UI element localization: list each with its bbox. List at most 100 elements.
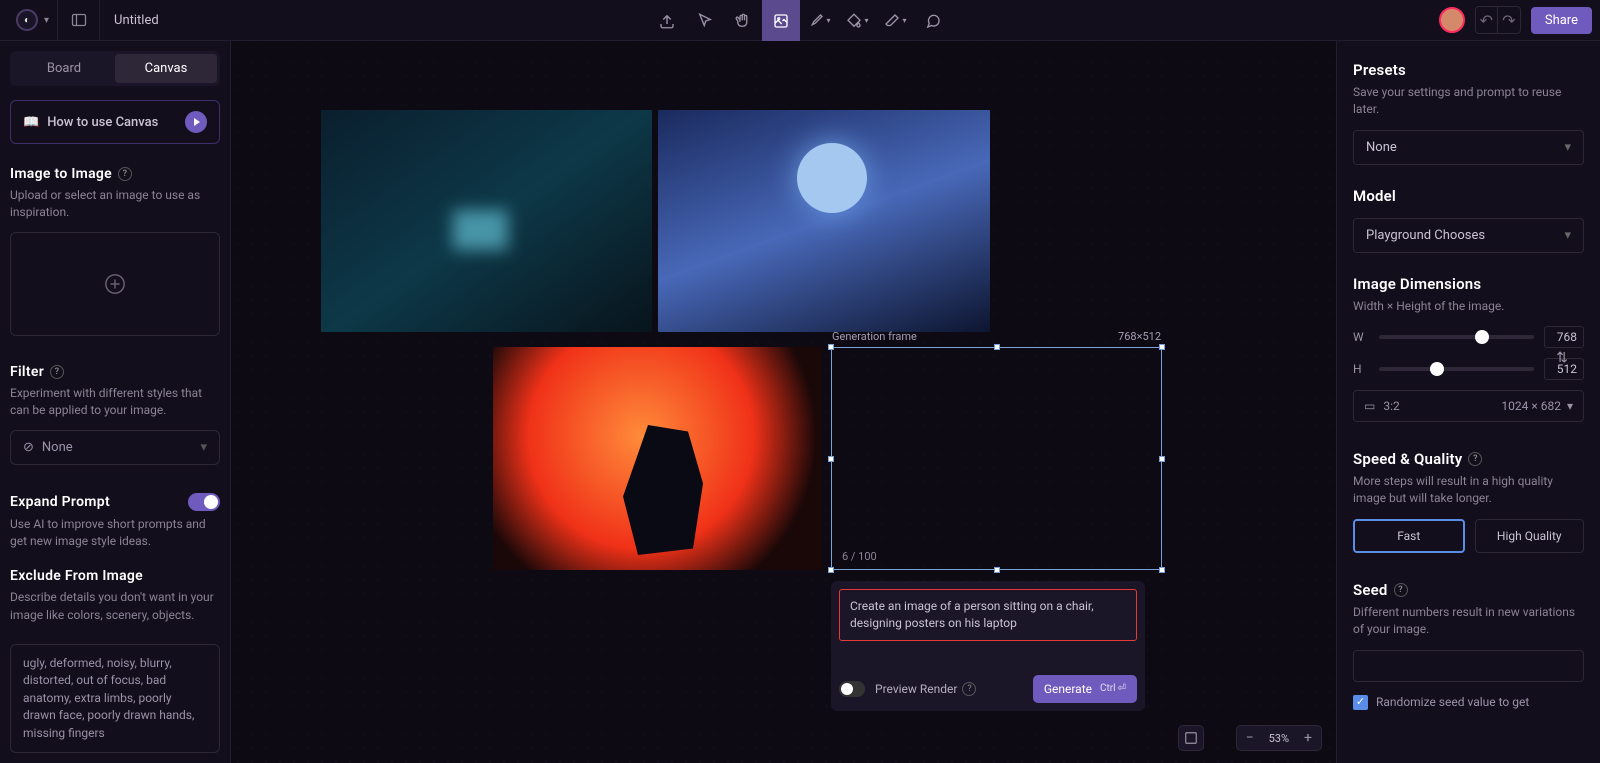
seed-input[interactable] xyxy=(1353,650,1584,682)
how-to-use-canvas[interactable]: 📖 How to use Canvas xyxy=(10,100,220,144)
howto-label: How to use Canvas xyxy=(47,115,158,130)
width-value[interactable]: 768 xyxy=(1544,326,1584,348)
undo-button[interactable]: ↶ xyxy=(1476,7,1498,33)
width-label: W xyxy=(1353,330,1369,344)
img2img-desc: Upload or select an image to use as insp… xyxy=(10,187,220,222)
generate-button[interactable]: Generate Ctrl ⏎ xyxy=(1033,675,1137,703)
chevron-down-icon: ▾ xyxy=(1564,140,1571,155)
help-icon[interactable]: ? xyxy=(1468,452,1482,466)
chevron-down-icon: ▾ xyxy=(1567,399,1573,413)
randomize-seed-checkbox[interactable]: ✓ xyxy=(1353,695,1368,710)
swap-dimensions-icon[interactable]: ⇅ xyxy=(1556,350,1568,366)
resize-handle[interactable] xyxy=(994,344,1000,350)
zoom-value[interactable]: 53% xyxy=(1263,732,1295,745)
comment-tool[interactable] xyxy=(914,0,952,41)
tab-canvas[interactable]: Canvas xyxy=(115,54,217,83)
generate-frame-tool[interactable] xyxy=(762,0,800,41)
quality-title: Speed & Quality? xyxy=(1353,450,1584,468)
pointer-tool[interactable] xyxy=(686,0,724,41)
expand-prompt-desc: Use AI to improve short prompts and get … xyxy=(10,516,220,551)
prompt-input[interactable]: Create an image of a person sitting on a… xyxy=(839,589,1137,641)
filter-desc: Experiment with different styles that ca… xyxy=(10,385,220,420)
canvas-area[interactable]: Generation frame 768×512 6 / 100 Create … xyxy=(231,41,1336,763)
height-label: H xyxy=(1353,362,1369,376)
export-button[interactable] xyxy=(648,0,686,41)
logo-icon: ◐ xyxy=(16,9,38,31)
chevron-down-icon: ▾ xyxy=(44,15,49,26)
hand-tool[interactable] xyxy=(724,0,762,41)
eraser-tool[interactable]: ▾ xyxy=(876,0,914,41)
filter-title: Filter? xyxy=(10,364,220,380)
resize-handle[interactable] xyxy=(1159,456,1165,462)
presets-title: Presets xyxy=(1353,61,1584,79)
width-slider[interactable] xyxy=(1379,335,1534,339)
exclude-desc: Describe details you don't want in your … xyxy=(10,589,220,624)
help-icon[interactable]: ? xyxy=(1394,583,1408,597)
expand-prompt-title: Expand Prompt xyxy=(10,494,110,510)
generation-frame-label: Generation frame xyxy=(832,330,917,343)
dimensions-desc: Width × Height of the image. xyxy=(1353,298,1584,315)
dimensions-title: Image Dimensions xyxy=(1353,275,1584,293)
aspect-value: 3:2 xyxy=(1383,399,1399,413)
image-upload-box[interactable] xyxy=(10,232,220,336)
model-value: Playground Chooses xyxy=(1366,228,1485,243)
generated-image[interactable] xyxy=(493,347,822,570)
redo-button[interactable]: ↷ xyxy=(1498,7,1520,33)
resize-handle[interactable] xyxy=(828,344,834,350)
help-icon[interactable]: ? xyxy=(118,167,132,181)
help-icon[interactable]: ? xyxy=(962,682,976,696)
height-slider[interactable] xyxy=(1379,367,1534,371)
preview-render-label: Preview Render xyxy=(875,682,957,696)
resize-handle[interactable] xyxy=(828,567,834,573)
resize-handle[interactable] xyxy=(1159,344,1165,350)
brush-tool[interactable]: ▾ xyxy=(800,0,838,41)
generation-frame[interactable]: Generation frame 768×512 6 / 100 xyxy=(831,347,1162,570)
model-select[interactable]: Playground Chooses ▾ xyxy=(1353,218,1584,253)
generation-count: 6 / 100 xyxy=(842,550,877,563)
chevron-down-icon: ▾ xyxy=(1564,228,1571,243)
speed-highquality-button[interactable]: High Quality xyxy=(1475,519,1585,553)
no-filter-icon: ⊘ xyxy=(23,440,34,455)
speed-fast-button[interactable]: Fast xyxy=(1353,519,1465,553)
presets-select[interactable]: None ▾ xyxy=(1353,130,1584,165)
tab-board[interactable]: Board xyxy=(13,54,115,83)
fill-tool[interactable]: ▾ xyxy=(838,0,876,41)
expand-prompt-toggle[interactable] xyxy=(188,493,220,511)
quality-desc: More steps will result in a high quality… xyxy=(1353,473,1584,507)
aspect-icon: ▭ xyxy=(1364,399,1375,413)
keyboard-hint: Ctrl ⏎ xyxy=(1100,683,1126,694)
zoom-in-button[interactable]: + xyxy=(1295,726,1321,750)
zoom-fit-button[interactable] xyxy=(1178,725,1204,751)
filter-select[interactable]: ⊘ None ▾ xyxy=(10,430,220,465)
filter-value: None xyxy=(42,440,73,455)
generation-frame-size: 768×512 xyxy=(1118,330,1161,343)
zoom-out-button[interactable]: − xyxy=(1237,726,1263,750)
resize-handle[interactable] xyxy=(994,567,1000,573)
play-icon xyxy=(185,111,207,133)
panel-toggle-button[interactable] xyxy=(58,0,100,40)
aspect-ratio-select[interactable]: ▭ 3:2 1024 × 682 ▾ xyxy=(1353,390,1584,422)
document-title[interactable]: Untitled xyxy=(100,13,173,28)
app-logo-menu[interactable]: ◐ ▾ xyxy=(8,0,58,40)
zoom-controls: − 53% + xyxy=(1236,725,1322,751)
generate-label: Generate xyxy=(1044,682,1092,696)
img2img-title: Image to Image? xyxy=(10,166,220,182)
help-icon[interactable]: ? xyxy=(50,365,64,379)
resize-handle[interactable] xyxy=(828,456,834,462)
exclude-title: Exclude From Image xyxy=(10,568,220,584)
chevron-down-icon: ▾ xyxy=(200,440,207,455)
seed-desc: Different numbers result in new variatio… xyxy=(1353,604,1584,638)
share-button[interactable]: Share xyxy=(1531,7,1592,34)
generated-image[interactable] xyxy=(321,110,652,332)
user-avatar[interactable] xyxy=(1439,7,1465,33)
generated-image[interactable] xyxy=(658,110,990,332)
seed-title: Seed? xyxy=(1353,581,1584,599)
exclude-textarea[interactable]: ugly, deformed, noisy, blurry, distorted… xyxy=(10,644,220,753)
preview-render-toggle[interactable] xyxy=(839,681,865,697)
effective-size: 1024 × 682 xyxy=(1501,399,1561,413)
presets-desc: Save your settings and prompt to reuse l… xyxy=(1353,84,1584,118)
prompt-panel: Create an image of a person sitting on a… xyxy=(831,581,1145,711)
randomize-seed-label: Randomize seed value to get xyxy=(1376,694,1529,711)
resize-handle[interactable] xyxy=(1159,567,1165,573)
presets-value: None xyxy=(1366,140,1397,155)
